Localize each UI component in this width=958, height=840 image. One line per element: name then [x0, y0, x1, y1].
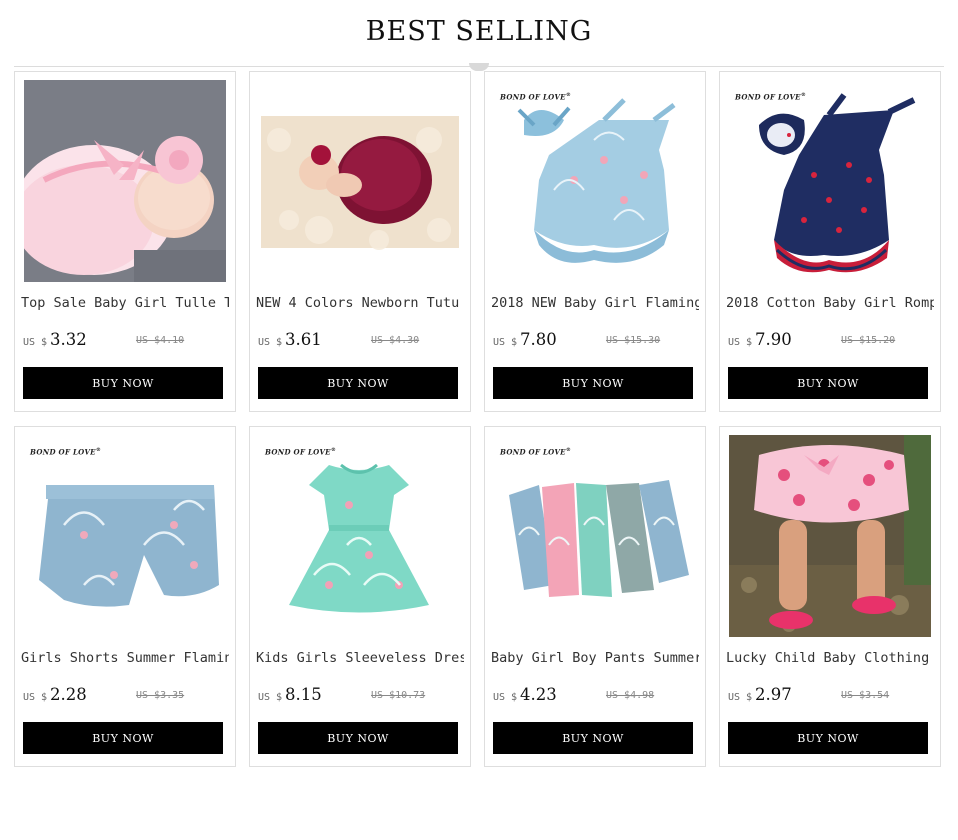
sale-price: 3.32	[50, 330, 87, 349]
flamingo-romper	[494, 80, 696, 282]
product-card[interactable]: BOND OF LOVE® Girls Shorts Summer Flamin…	[14, 426, 236, 767]
product-name[interactable]: Top Sale Baby Girl Tulle Tutu Skirt and …	[21, 294, 229, 314]
section-header: BEST SELLING	[0, 0, 958, 71]
currency-label: US $	[728, 692, 753, 703]
currency-label: US $	[258, 337, 283, 348]
product-name[interactable]: 2018 NEW Baby Girl Flamingo Romper Child	[491, 294, 699, 314]
original-price: US $4.10	[136, 335, 185, 346]
product-card[interactable]: BOND OF LOVE® 2018 Cotton Baby Girl Romp…	[719, 71, 941, 412]
product-image[interactable]	[259, 80, 461, 282]
buy-now-button[interactable]: BUY NOW	[493, 367, 693, 399]
buy-now-button[interactable]: BUY NOW	[728, 367, 928, 399]
original-price: US $4.30	[371, 335, 420, 346]
price-row: US $ 8.15 US $10.73	[258, 685, 462, 709]
sale-price: 8.15	[285, 685, 322, 704]
original-price: US $3.35	[136, 690, 185, 701]
price-row: US $ 4.23 US $4.98	[493, 685, 697, 709]
price-row: US $ 2.28 US $3.35	[23, 685, 227, 709]
currency-label: US $	[493, 692, 518, 703]
product-name[interactable]: 2018 Cotton Baby Girl Romper Headband Se…	[726, 294, 934, 314]
buy-now-button[interactable]: BUY NOW	[258, 367, 458, 399]
brand-logo: BOND OF LOVE®	[30, 447, 102, 457]
sale-price: 4.23	[520, 685, 557, 704]
price-row: US $ 3.32 US $4.10	[23, 330, 227, 354]
product-image[interactable]: BOND OF LOVE®	[259, 435, 461, 637]
buy-now-button[interactable]: BUY NOW	[23, 722, 223, 754]
flamingo-pants	[494, 435, 696, 637]
buy-now-button[interactable]: BUY NOW	[493, 722, 693, 754]
flamingo-shorts	[24, 435, 226, 637]
currency-label: US $	[258, 692, 283, 703]
product-card[interactable]: BOND OF LOVE® Baby Girl Boy Pants Summer…	[484, 426, 706, 767]
flamingo-dress	[259, 435, 461, 637]
sale-price: 3.61	[285, 330, 322, 349]
product-card[interactable]: Top Sale Baby Girl Tulle Tutu Skirt and …	[14, 71, 236, 412]
product-image[interactable]: BOND OF LOVE®	[24, 435, 226, 637]
brand-logo: BOND OF LOVE®	[735, 92, 807, 102]
cherry-romper	[729, 80, 931, 282]
price-row: US $ 7.90 US $15.20	[728, 330, 932, 354]
sale-price: 7.80	[520, 330, 557, 349]
product-image[interactable]: BOND OF LOVE®	[494, 80, 696, 282]
product-card[interactable]: BOND OF LOVE® Kids Girls Sleeveless Dres…	[249, 426, 471, 767]
brand-logo: BOND OF LOVE®	[500, 92, 572, 102]
buy-now-button[interactable]: BUY NOW	[23, 367, 223, 399]
product-card[interactable]: Lucky Child Baby Clothing Floral Ruffle …	[719, 426, 941, 767]
product-name[interactable]: Kids Girls Sleeveless Dress Summer Flami…	[256, 649, 464, 669]
product-image[interactable]	[729, 435, 931, 637]
buy-now-button[interactable]: BUY NOW	[258, 722, 458, 754]
product-image[interactable]: BOND OF LOVE®	[494, 435, 696, 637]
currency-label: US $	[23, 692, 48, 703]
section-title: BEST SELLING	[365, 16, 593, 47]
original-price: US $15.30	[606, 335, 661, 346]
original-price: US $4.98	[606, 690, 655, 701]
currency-label: US $	[493, 337, 518, 348]
original-price: US $10.73	[371, 690, 426, 701]
tutu-newborn-photo	[24, 80, 226, 282]
original-price: US $3.54	[841, 690, 890, 701]
burgundy-tutu-photo	[259, 80, 461, 282]
product-image[interactable]: BOND OF LOVE®	[729, 80, 931, 282]
sale-price: 7.90	[755, 330, 792, 349]
title-divider-notch	[469, 63, 489, 71]
currency-label: US $	[23, 337, 48, 348]
original-price: US $15.20	[841, 335, 896, 346]
price-row: US $ 7.80 US $15.30	[493, 330, 697, 354]
brand-logo: BOND OF LOVE®	[265, 447, 337, 457]
brand-logo: BOND OF LOVE®	[500, 447, 572, 457]
floral-bloomers-photo	[729, 435, 931, 637]
product-card[interactable]: NEW 4 Colors Newborn Tutu Skirt With Hea…	[249, 71, 471, 412]
product-name[interactable]: NEW 4 Colors Newborn Tutu Skirt With Hea…	[256, 294, 464, 314]
currency-label: US $	[728, 337, 753, 348]
buy-now-button[interactable]: BUY NOW	[728, 722, 928, 754]
price-row: US $ 3.61 US $4.30	[258, 330, 462, 354]
product-name[interactable]: Lucky Child Baby Clothing Floral Ruffle …	[726, 649, 934, 669]
sale-price: 2.28	[50, 685, 87, 704]
product-name[interactable]: Girls Shorts Summer Flamingo Print Short…	[21, 649, 229, 669]
product-name[interactable]: Baby Girl Boy Pants Summer Newborn Pants	[491, 649, 699, 669]
sale-price: 2.97	[755, 685, 792, 704]
product-image[interactable]	[24, 80, 226, 282]
price-row: US $ 2.97 US $3.54	[728, 685, 932, 709]
product-card[interactable]: BOND OF LOVE® 2018 NEW Baby Girl Flaming…	[484, 71, 706, 412]
